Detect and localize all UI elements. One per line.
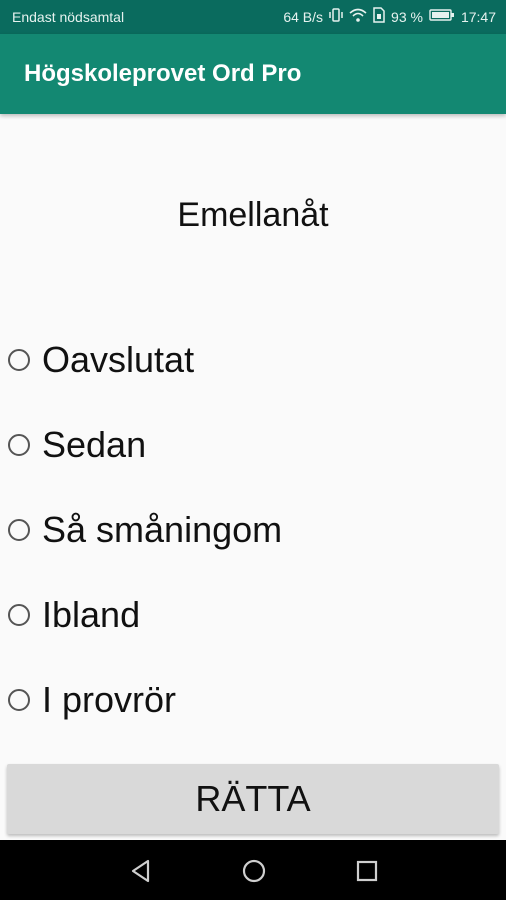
vibrate-icon (329, 7, 343, 26)
back-icon[interactable] (126, 856, 156, 886)
option-label: Oavslutat (42, 339, 195, 380)
answer-option[interactable]: I provrör (8, 670, 176, 730)
radio-button-icon[interactable] (8, 604, 30, 626)
home-icon[interactable] (239, 856, 269, 886)
status-bar: Endast nödsamtal 64 B/s 93 % 17:47 (0, 0, 506, 34)
answer-option[interactable]: Så småningom (8, 500, 282, 560)
radio-button-icon[interactable] (8, 349, 30, 371)
clock: 17:47 (460, 8, 496, 25)
check-answer-button[interactable]: RÄTTA (7, 764, 499, 834)
app-title: Högskoleprovet Ord Pro (24, 60, 302, 87)
battery-percent: 93 % (391, 8, 423, 25)
navigation-bar (0, 840, 506, 900)
network-speed: 64 B/s (283, 8, 324, 25)
question-word: Emellanåt (177, 196, 329, 234)
carrier-text: Endast nödsamtal (12, 9, 125, 25)
radio-button-icon[interactable] (8, 434, 30, 456)
answer-option[interactable]: Ibland (8, 585, 140, 645)
sim-icon (373, 7, 385, 26)
option-label: Så småningom (42, 509, 283, 550)
radio-button-icon[interactable] (8, 689, 30, 711)
option-label: Sedan (42, 424, 147, 465)
battery-icon (429, 8, 455, 25)
answer-option[interactable]: Oavslutat (8, 330, 194, 390)
wifi-icon (349, 7, 367, 26)
radio-button-icon[interactable] (8, 519, 30, 541)
app-bar: Högskoleprovet Ord Pro (0, 34, 506, 114)
recents-icon[interactable] (352, 856, 382, 886)
status-icons: 64 B/s 93 % 17:47 (283, 7, 496, 26)
option-label: I provrör (42, 679, 177, 720)
answer-option[interactable]: Sedan (8, 415, 146, 475)
option-label: Ibland (42, 594, 141, 635)
